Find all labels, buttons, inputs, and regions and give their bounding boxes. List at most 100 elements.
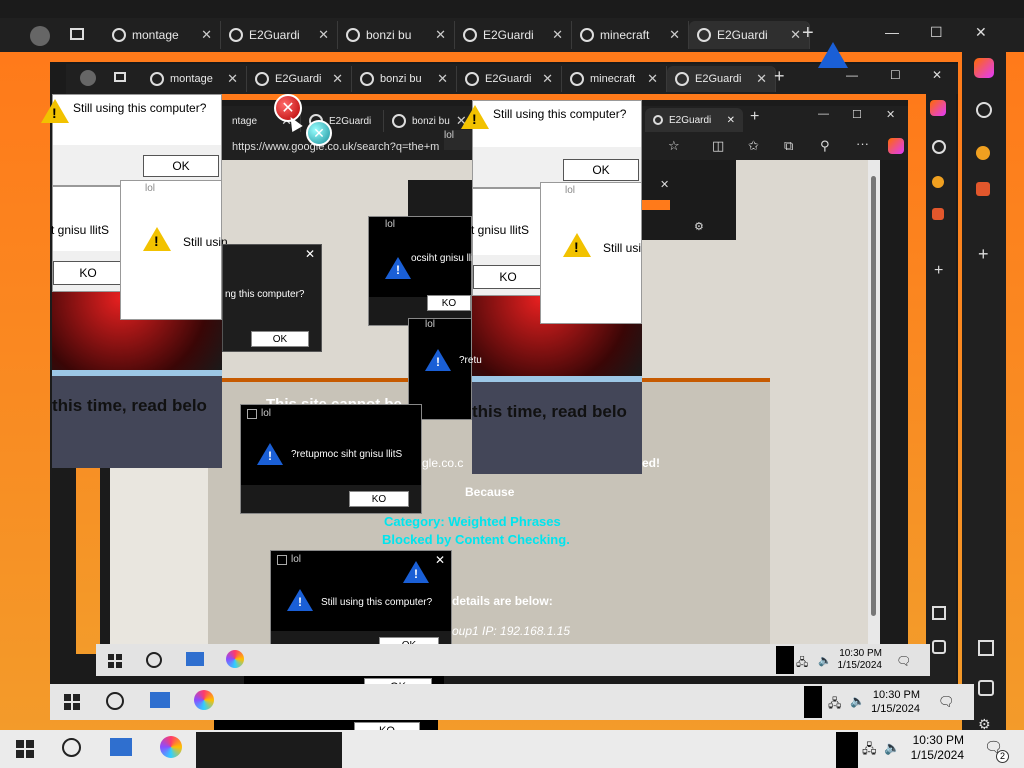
inner-office-icon[interactable] xyxy=(932,208,944,220)
outer-games-icon[interactable] xyxy=(976,146,990,160)
close-window-icon[interactable]: ✕ xyxy=(975,24,987,41)
notification-icon[interactable]: 🗨 xyxy=(896,654,911,668)
outer-copilot-icon[interactable] xyxy=(974,58,994,78)
close-tab-icon[interactable]: ✕ xyxy=(647,71,658,87)
browser-icon[interactable] xyxy=(160,736,182,758)
file-explorer-icon[interactable] xyxy=(186,652,204,666)
ko-button[interactable]: KO xyxy=(53,261,123,285)
split-icon[interactable]: ◫ xyxy=(712,138,724,154)
outer-search-icon[interactable] xyxy=(976,102,992,118)
close-tab-icon[interactable]: ✕ xyxy=(756,71,767,87)
address-bar[interactable]: https://www.google.co.uk/search?q=the+m xyxy=(224,137,472,157)
notification-icon[interactable]: 🗨 xyxy=(938,694,955,710)
inner-tab-minecraft[interactable]: minecraft ✕ xyxy=(562,66,667,92)
inner-new-tab-button[interactable]: + xyxy=(774,66,785,87)
windows-start-icon[interactable] xyxy=(16,740,34,758)
search-icon[interactable] xyxy=(106,692,124,710)
file-explorer-icon[interactable] xyxy=(150,692,170,708)
favorite-icon[interactable]: ☆ xyxy=(668,138,680,154)
close-tab-icon[interactable]: ✕ xyxy=(437,71,448,87)
tab-e2guardian-active[interactable]: E2Guardi ✕ xyxy=(689,21,810,49)
network-icon[interactable]: 🖧 xyxy=(862,740,877,762)
taskbar-app-strip[interactable] xyxy=(196,732,342,768)
ok-button[interactable]: OK xyxy=(563,159,639,181)
fragment-settings-icon[interactable]: ⚙ xyxy=(694,220,704,233)
small-tab-bonzi[interactable]: bonzi bu ✕ xyxy=(384,110,473,132)
edge-maximize-icon[interactable]: ☐ xyxy=(852,108,862,121)
tab-sidebar-icon[interactable] xyxy=(70,28,84,40)
inner-minimize-icon[interactable]: — xyxy=(846,68,858,82)
close-icon[interactable]: ✕ xyxy=(435,553,445,567)
windows-start-icon[interactable] xyxy=(108,654,122,668)
browser-icon[interactable] xyxy=(226,650,244,668)
inner-tab-e2guardian-active[interactable]: E2Guardi ✕ xyxy=(667,66,776,92)
file-explorer-icon[interactable] xyxy=(110,738,132,756)
inner-external-icon[interactable] xyxy=(932,640,946,654)
inner-add-icon[interactable]: + xyxy=(934,262,943,280)
inner-tab-e2guardian[interactable]: E2Guardi ✕ xyxy=(247,66,352,92)
close-tab-icon[interactable]: ✕ xyxy=(435,27,446,43)
edge-tab-active[interactable]: E2Guardi ✕ xyxy=(645,108,743,132)
ko-button[interactable]: KO xyxy=(427,295,471,311)
inner-profile-icon[interactable] xyxy=(80,70,96,86)
edge-close-window-icon[interactable]: ✕ xyxy=(886,108,895,121)
network-icon[interactable]: 🖧 xyxy=(828,694,841,715)
clock-medium[interactable]: 10:30 PM 1/15/2024 xyxy=(860,688,920,716)
outer-office-icon[interactable] xyxy=(976,182,990,196)
close-tab-icon[interactable]: ✕ xyxy=(227,71,238,87)
inner-copilot-icon[interactable] xyxy=(930,100,946,116)
close-tab-icon[interactable]: ✕ xyxy=(790,27,801,43)
inner-tab-bonzi[interactable]: bonzi bu ✕ xyxy=(352,66,457,92)
scrollbar-thumb[interactable] xyxy=(871,176,876,616)
tab-bonzi[interactable]: bonzi bu ✕ xyxy=(338,21,455,49)
close-tab-icon[interactable]: ✕ xyxy=(332,71,343,87)
close-icon[interactable]: ✕ xyxy=(305,247,315,261)
clock-small[interactable]: 10:30 PM 1/15/2024 xyxy=(828,648,883,672)
outer-add-icon[interactable]: + xyxy=(978,244,989,265)
because-label: Because xyxy=(465,485,515,499)
clock-main[interactable]: 10:30 PM 1/15/2024 xyxy=(896,733,964,763)
inner-games-icon[interactable] xyxy=(932,176,944,188)
ok-button[interactable]: OK xyxy=(251,331,309,347)
search-icon[interactable] xyxy=(146,652,162,668)
fragment-close-icon[interactable]: ✕ xyxy=(660,178,669,191)
edge-minimize-icon[interactable]: — xyxy=(818,108,829,120)
outer-external-icon[interactable] xyxy=(978,680,994,696)
close-tab-icon[interactable]: ✕ xyxy=(201,27,212,43)
more-icon[interactable]: ··· xyxy=(856,136,869,151)
outer-sidebar-toggle-icon[interactable] xyxy=(978,640,994,656)
new-tab-button[interactable]: + xyxy=(802,22,814,45)
tab-montage[interactable]: montage ✕ xyxy=(104,21,221,49)
profile-icon[interactable] xyxy=(30,26,50,46)
collections-icon[interactable]: ⧉ xyxy=(784,138,793,154)
minimize-icon[interactable]: — xyxy=(885,24,899,40)
ko-button[interactable]: KO xyxy=(473,265,543,289)
windows-start-icon[interactable] xyxy=(64,694,80,710)
close-teal-icon[interactable]: ✕ xyxy=(306,120,332,146)
inner-close-window-icon[interactable]: ✕ xyxy=(932,68,942,82)
inner-tab-e2guardian-2[interactable]: E2Guardi ✕ xyxy=(457,66,562,92)
inner-tab-montage[interactable]: montage ✕ xyxy=(142,66,247,92)
tab-e2guardian-2[interactable]: E2Guardi ✕ xyxy=(455,21,572,49)
tab-e2guardian[interactable]: E2Guardi ✕ xyxy=(221,21,338,49)
inner-tab-sidebar-icon[interactable] xyxy=(114,72,126,82)
close-tab-icon[interactable]: ✕ xyxy=(727,115,735,126)
ko-button[interactable]: KO xyxy=(349,491,409,507)
close-tab-icon[interactable]: ✕ xyxy=(542,71,553,87)
search-icon[interactable] xyxy=(62,738,81,757)
inner-maximize-icon[interactable]: ☐ xyxy=(890,68,901,82)
extensions-icon[interactable]: ⚲ xyxy=(820,138,830,154)
maximize-icon[interactable]: ☐ xyxy=(930,24,943,41)
tab-minecraft[interactable]: minecraft ✕ xyxy=(572,21,689,49)
close-tab-icon[interactable]: ✕ xyxy=(318,27,329,43)
close-tab-icon[interactable]: ✕ xyxy=(669,27,680,43)
browser-icon[interactable] xyxy=(194,690,214,710)
ok-button[interactable]: OK xyxy=(143,155,219,177)
inner-sidebar-toggle-icon[interactable] xyxy=(932,606,946,620)
edge-new-tab-button[interactable]: + xyxy=(750,108,759,126)
favorites-icon[interactable]: ✩ xyxy=(748,138,759,154)
inner-search-icon[interactable] xyxy=(932,140,946,154)
edge-copilot-icon[interactable] xyxy=(888,138,904,154)
close-tab-icon[interactable]: ✕ xyxy=(552,27,563,43)
network-icon[interactable]: 🖧 xyxy=(796,654,808,673)
